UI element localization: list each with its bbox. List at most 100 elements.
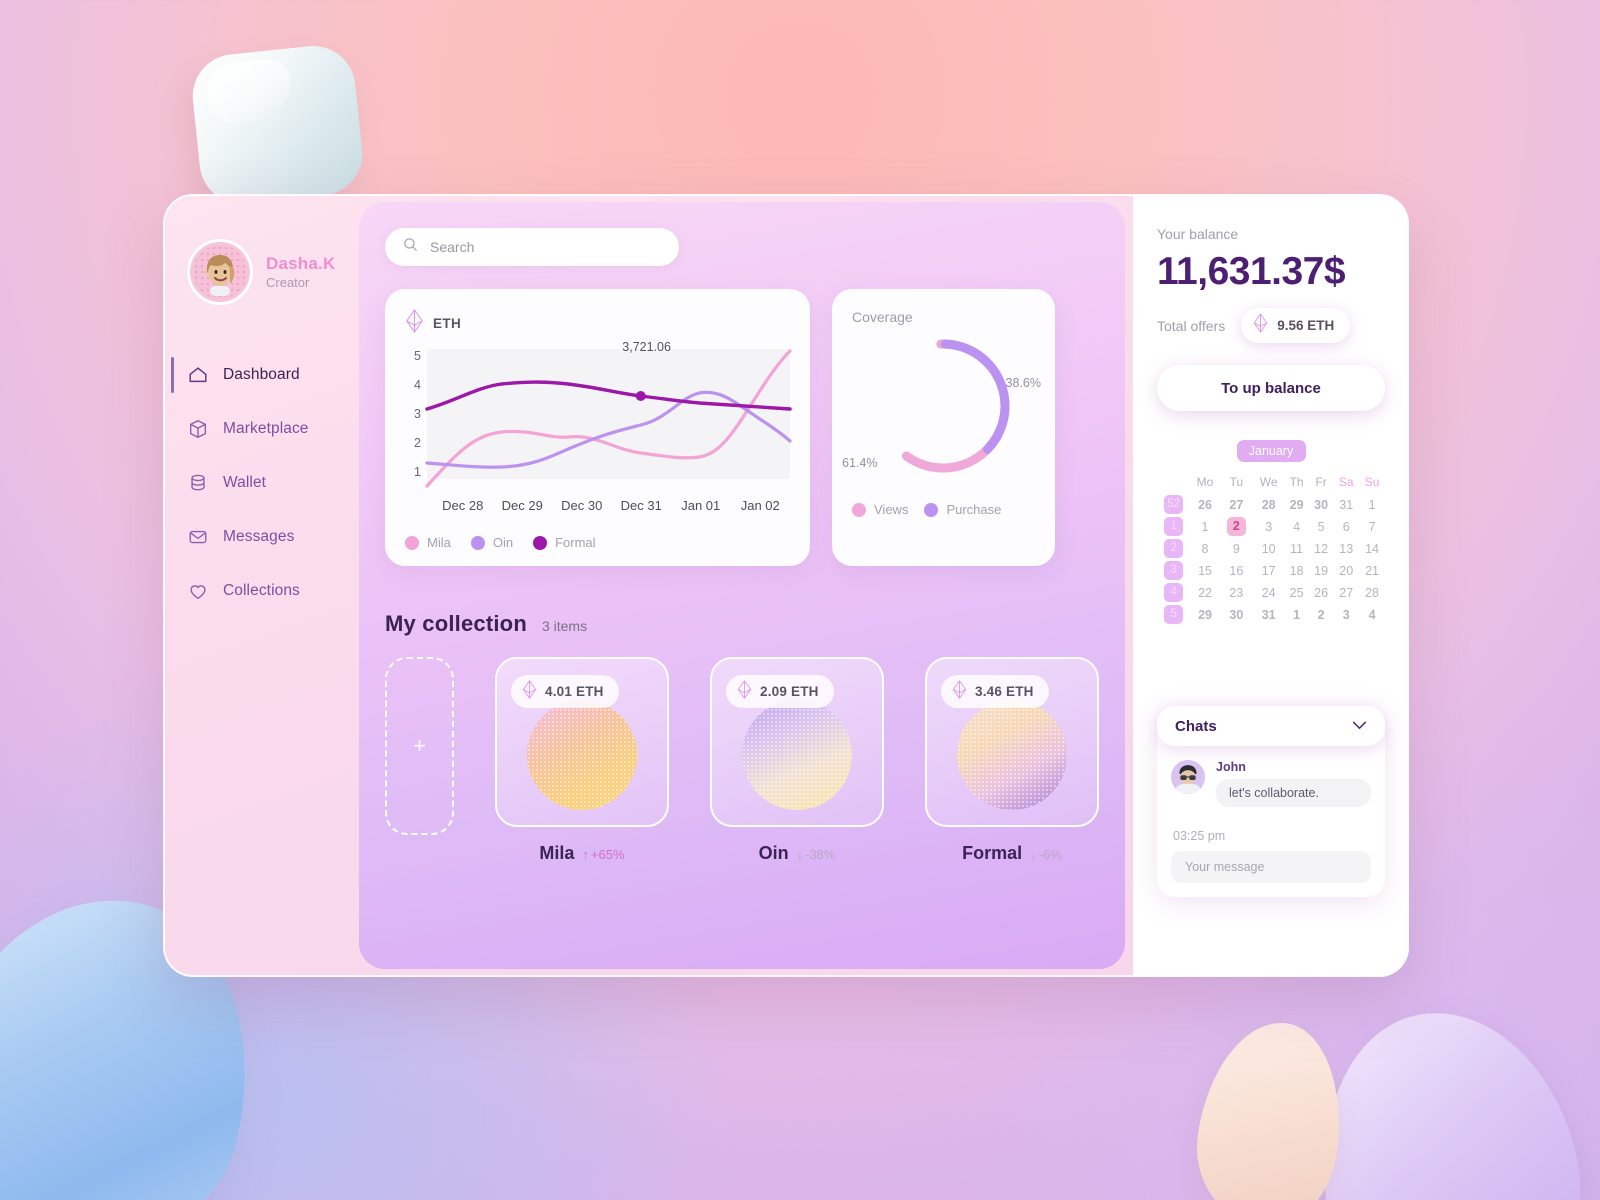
nft-artwork: [742, 700, 852, 811]
x-tick: Dec 28: [442, 498, 484, 513]
calendar-day[interactable]: 18: [1284, 561, 1309, 580]
calendar-day[interactable]: 9: [1220, 539, 1253, 558]
calendar-day[interactable]: 12: [1309, 539, 1333, 558]
search-input[interactable]: Search: [385, 228, 679, 266]
x-tick: Jan 01: [681, 498, 721, 513]
calendar-day[interactable]: 26: [1190, 495, 1219, 514]
ethereum-icon: [737, 679, 752, 704]
y-tick: 5: [414, 349, 421, 363]
calendar-day[interactable]: 13: [1333, 539, 1359, 558]
calendar-day[interactable]: 29: [1284, 495, 1309, 514]
calendar-day[interactable]: 1: [1190, 517, 1219, 536]
chat-message-input[interactable]: Your message: [1171, 851, 1371, 883]
add-item-button[interactable]: +: [385, 657, 454, 835]
calendar-day[interactable]: 19: [1309, 561, 1333, 580]
status-badge: ↓ -6%: [1030, 847, 1062, 862]
calendar-day[interactable]: 6: [1333, 517, 1359, 536]
nft-price: 3.46 ETH: [975, 684, 1034, 699]
main-content: Search ETH 543 21 3,721.06 Dec 28 Dec 29…: [359, 202, 1125, 969]
calendar-day[interactable]: 28: [1253, 495, 1284, 514]
calendar-day[interactable]: 3: [1333, 605, 1359, 624]
sidebar-item-wallet[interactable]: Wallet: [187, 469, 359, 497]
nft-change-value: +65%: [590, 847, 625, 862]
calendar-day[interactable]: 23: [1220, 583, 1253, 602]
calendar-day-selected[interactable]: 2: [1220, 517, 1253, 536]
coverage-percent-views: 61.4%: [842, 456, 878, 470]
nft-item[interactable]: 2.09 ETH Oin ↓ -38%: [710, 657, 884, 864]
sidebar-item-dashboard[interactable]: Dashboard: [171, 357, 359, 393]
profile-role: Creator: [266, 275, 310, 291]
nft-item[interactable]: 4.01 ETH Mila ↑ +65%: [495, 657, 669, 864]
calendar-day[interactable]: 11: [1284, 539, 1309, 558]
calendar-day[interactable]: 24: [1253, 583, 1284, 602]
nft-caption: Oin ↓ -38%: [710, 843, 884, 864]
x-tick: Dec 30: [561, 498, 603, 513]
calendar-day[interactable]: 30: [1309, 495, 1333, 514]
legend-item[interactable]: Formal: [533, 535, 596, 550]
calendar-day[interactable]: 31: [1333, 495, 1359, 514]
calendar-day[interactable]: 29: [1190, 605, 1219, 624]
calendar-day[interactable]: 30: [1220, 605, 1253, 624]
x-tick: Dec 31: [620, 498, 662, 513]
calendar-day[interactable]: 4: [1284, 517, 1309, 536]
sidebar-item-messages[interactable]: Messages: [187, 523, 359, 551]
sidebar-item-collections[interactable]: Collections: [187, 577, 359, 605]
nft-card[interactable]: 2.09 ETH: [710, 657, 884, 827]
legend-item[interactable]: Oin: [470, 535, 513, 550]
chat-sender-name: John: [1216, 760, 1246, 774]
avatar[interactable]: [1171, 760, 1205, 794]
calendar-table: Mo Tu We Th Fr Sa Su 52 26 27 28 29 30 3…: [1157, 472, 1385, 627]
calendar-day[interactable]: 21: [1359, 561, 1385, 580]
legend-item[interactable]: Purchase: [924, 502, 1001, 517]
calendar-day[interactable]: 26: [1309, 583, 1333, 602]
y-axis-labels: 5 4 3 2 1: [405, 349, 427, 479]
arrow-down-icon: ↓: [796, 847, 804, 862]
calendar-day[interactable]: 7: [1359, 517, 1385, 536]
y-tick: 1: [414, 465, 421, 479]
calendar-day[interactable]: 1: [1284, 605, 1309, 624]
nft-item[interactable]: 3.46 ETH Formal ↓ -6%: [925, 657, 1099, 864]
calendar-day[interactable]: 3: [1253, 517, 1284, 536]
calendar-day[interactable]: 20: [1333, 561, 1359, 580]
nft-card[interactable]: 3.46 ETH: [925, 657, 1099, 827]
calendar-day[interactable]: 15: [1190, 561, 1219, 580]
status-badge: ↓ -38%: [797, 847, 836, 862]
sidebar-item-marketplace[interactable]: Marketplace: [187, 415, 359, 443]
chats-header[interactable]: Chats: [1157, 706, 1385, 746]
nft-change-value: -38%: [805, 847, 836, 862]
calendar-day[interactable]: 5: [1309, 517, 1333, 536]
y-tick: 4: [414, 378, 421, 392]
calendar-day[interactable]: 27: [1333, 583, 1359, 602]
nft-card[interactable]: 4.01 ETH: [495, 657, 669, 827]
coverage-donut: 38.6% 61.4%: [842, 331, 1041, 496]
chevron-down-icon[interactable]: [1352, 717, 1367, 735]
profile-block[interactable]: Dasha.K Creator: [163, 239, 359, 305]
home-icon: [187, 364, 209, 386]
avatar[interactable]: [187, 239, 253, 305]
price-badge: 3.46 ETH: [941, 675, 1049, 708]
calendar-day[interactable]: 4: [1359, 605, 1385, 624]
plot-area: 3,721.06: [425, 340, 792, 488]
calendar-day[interactable]: 1: [1359, 495, 1385, 514]
legend-item[interactable]: Mila: [405, 535, 451, 550]
calendar-day[interactable]: 25: [1284, 583, 1309, 602]
top-up-balance-button[interactable]: To up balance: [1157, 365, 1385, 411]
chats-panel: Chats John let's collaborate. 03:25 pm Y…: [1157, 706, 1385, 897]
week-number: 52: [1157, 495, 1190, 514]
eth-chart-legend: Mila Oin Formal: [405, 535, 790, 550]
weekday-header: Tu: [1229, 475, 1244, 489]
legend-item[interactable]: Views: [852, 502, 908, 517]
calendar-day[interactable]: 14: [1359, 539, 1385, 558]
price-badge: 4.01 ETH: [511, 675, 619, 708]
calendar-day[interactable]: 27: [1220, 495, 1253, 514]
calendar-day[interactable]: 22: [1190, 583, 1219, 602]
calendar-day[interactable]: 28: [1359, 583, 1385, 602]
calendar-day[interactable]: 16: [1220, 561, 1253, 580]
donut-svg: [876, 339, 1010, 473]
calendar-day[interactable]: 17: [1253, 561, 1284, 580]
calendar-day[interactable]: 2: [1309, 605, 1333, 624]
calendar-month[interactable]: January: [1236, 440, 1306, 462]
calendar-day[interactable]: 10: [1253, 539, 1284, 558]
calendar-day[interactable]: 31: [1253, 605, 1284, 624]
calendar-day[interactable]: 8: [1190, 539, 1219, 558]
